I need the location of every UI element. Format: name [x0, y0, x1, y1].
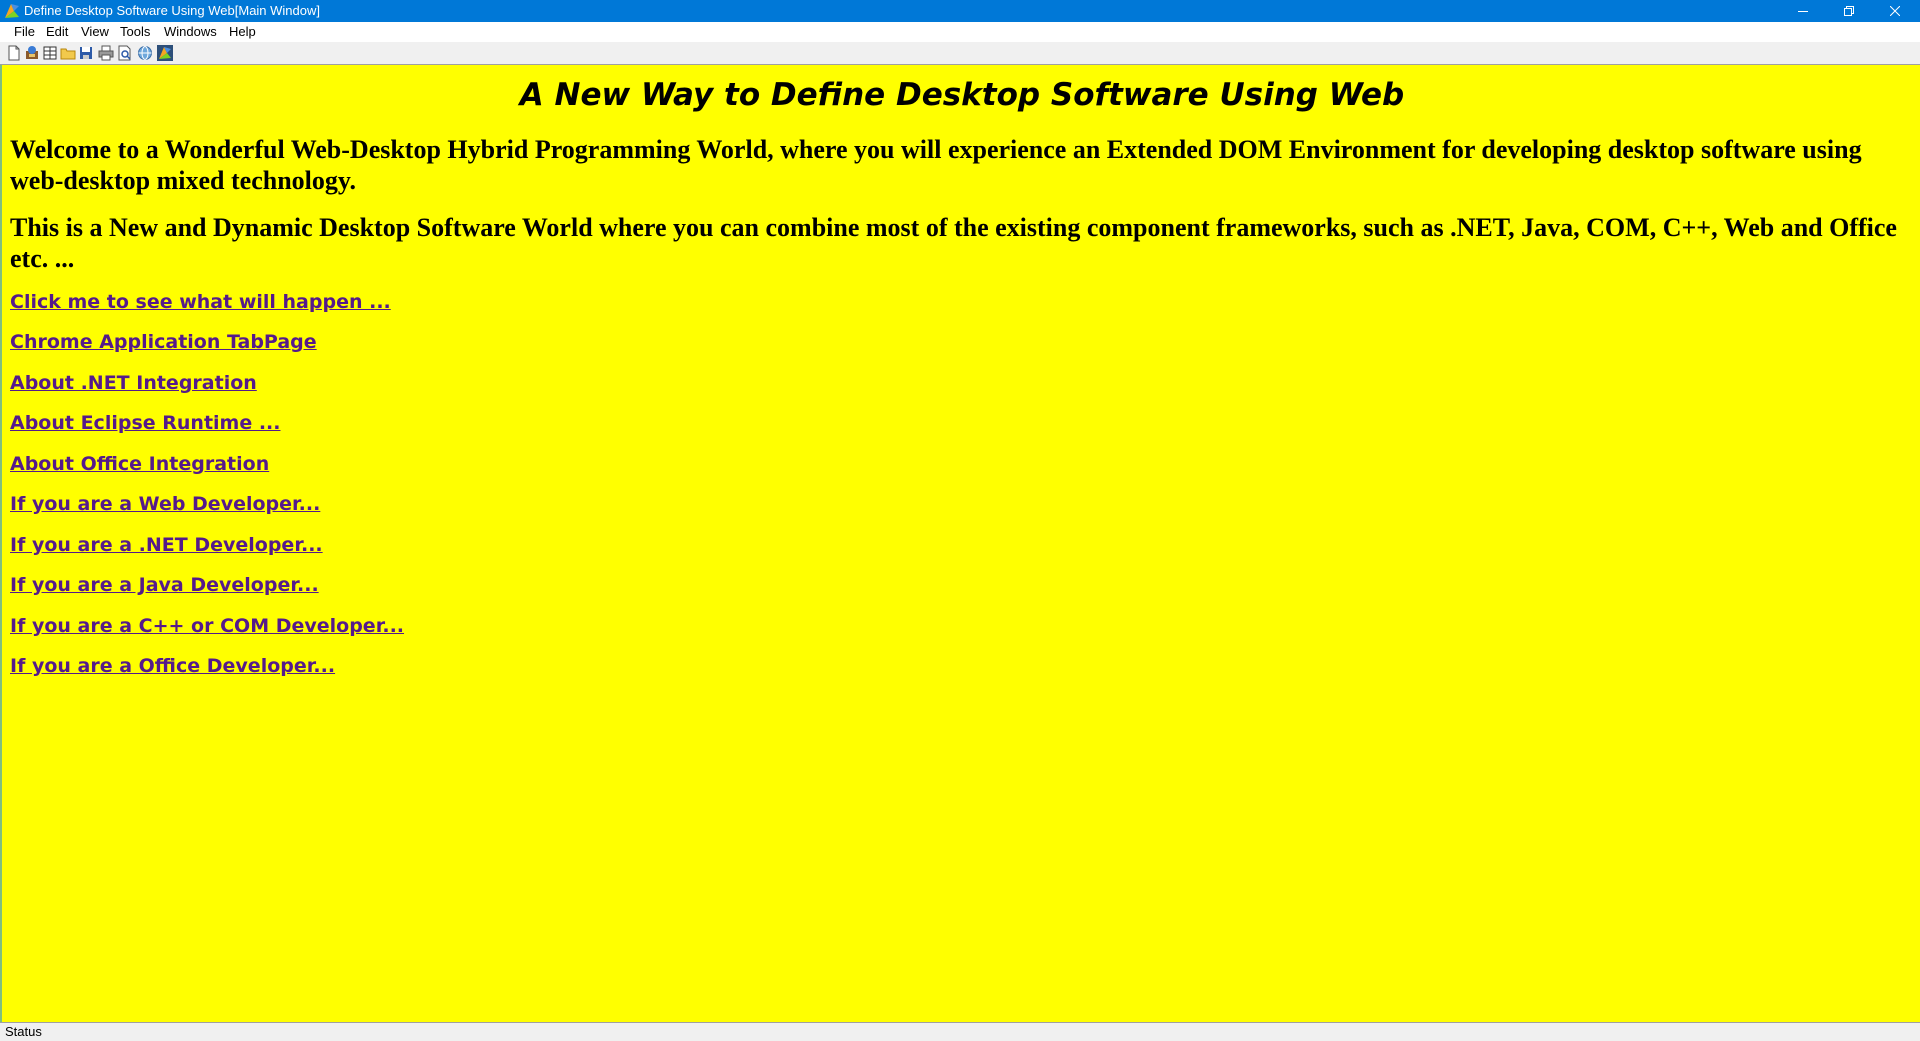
page-title: A New Way to Define Desktop Software Usi… [519, 77, 1405, 113]
link-office-developer[interactable]: If you are a Office Developer... [10, 654, 335, 678]
menu-bar: File Edit View Tools Windows Help [0, 22, 1920, 42]
link-office-integration[interactable]: About Office Integration [10, 452, 269, 476]
link-chrome-tabpage[interactable]: Chrome Application TabPage [10, 330, 317, 354]
link-java-developer[interactable]: If you are a Java Developer... [10, 573, 319, 597]
open-folder-icon[interactable] [60, 45, 76, 61]
save-icon[interactable] [78, 45, 94, 61]
welcome-paragraph: Welcome to a Wonderful Web-Desktop Hybri… [10, 135, 1862, 195]
menu-tools[interactable]: Tools [120, 24, 150, 40]
main-window: Define Desktop Software Using Web[Main W… [0, 0, 1920, 1041]
link-web-developer[interactable]: If you are a Web Developer... [10, 492, 320, 516]
globe-icon[interactable] [137, 45, 153, 61]
link-dotnet-integration[interactable]: About .NET Integration [10, 371, 257, 395]
link-dotnet-developer[interactable]: If you are a .NET Developer... [10, 533, 323, 557]
status-text: Status [5, 1024, 42, 1039]
menu-windows[interactable]: Windows [164, 24, 217, 40]
app-logo-icon[interactable] [4, 3, 20, 19]
menu-file[interactable]: File [14, 24, 35, 40]
toolbar [0, 42, 1920, 65]
app-logo-icon[interactable] [157, 45, 173, 61]
close-button[interactable] [1872, 0, 1918, 22]
web-content-area: A New Way to Define Desktop Software Usi… [0, 65, 1920, 1022]
restore-button[interactable] [1826, 0, 1872, 22]
print-preview-icon[interactable] [117, 45, 133, 61]
status-bar: Status [0, 1022, 1920, 1041]
print-icon[interactable] [98, 45, 114, 61]
menu-help[interactable]: Help [229, 24, 256, 40]
minimize-button[interactable] [1780, 0, 1826, 22]
link-cpp-com-developer[interactable]: If you are a C++ or COM Developer... [10, 614, 404, 638]
table-icon[interactable] [42, 45, 58, 61]
link-eclipse-runtime[interactable]: About Eclipse Runtime ... [10, 411, 281, 435]
intro-paragraph: This is a New and Dynamic Desktop Softwa… [10, 213, 1897, 273]
link-click-me[interactable]: Click me to see what will happen ... [10, 290, 391, 314]
window-title: Define Desktop Software Using Web[Main W… [24, 3, 320, 18]
title-bar[interactable]: Define Desktop Software Using Web[Main W… [0, 0, 1920, 22]
new-document-icon[interactable] [6, 45, 22, 61]
menu-edit[interactable]: Edit [46, 24, 68, 40]
web-app-icon[interactable] [24, 45, 40, 61]
menu-view[interactable]: View [81, 24, 109, 40]
